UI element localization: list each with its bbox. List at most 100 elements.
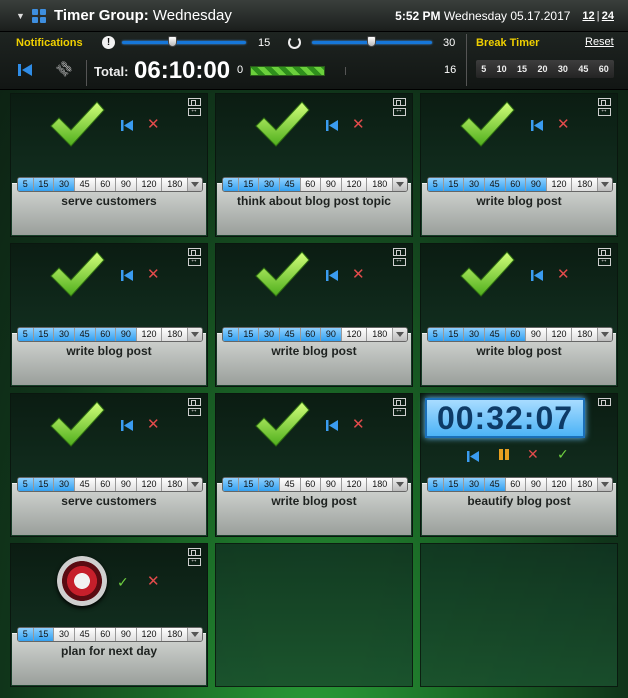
duration-option[interactable]: 30 <box>464 178 485 191</box>
dropdown-arrow-icon[interactable] <box>598 478 612 491</box>
duration-option[interactable]: 5 <box>18 178 34 191</box>
duration-option[interactable]: 15 <box>33 478 55 491</box>
duration-option[interactable]: 30 <box>259 478 280 491</box>
duration-option[interactable]: 120 <box>546 478 573 491</box>
delete-x-icon[interactable]: ✕ <box>352 415 365 433</box>
link-icon[interactable]: ⛓ <box>53 57 75 79</box>
duration-option[interactable]: 60 <box>300 328 322 341</box>
swap-arrows-icon[interactable] <box>188 105 201 116</box>
duration-option[interactable]: 5 <box>18 628 34 641</box>
skip-back-icon[interactable] <box>121 268 133 281</box>
duration-option[interactable]: 180 <box>162 478 189 491</box>
collapse-arrow-icon[interactable]: ▼ <box>16 11 26 21</box>
duration-option[interactable]: 60 <box>95 478 117 491</box>
timer-name[interactable]: think about blog post topic <box>216 194 412 208</box>
duration-option[interactable]: 15 <box>33 628 55 641</box>
duration-option[interactable]: 45 <box>74 328 96 341</box>
delete-x-icon[interactable]: ✕ <box>557 265 570 283</box>
duration-option[interactable]: 120 <box>136 178 163 191</box>
dropdown-arrow-icon[interactable] <box>393 478 407 491</box>
duration-option[interactable]: 5 <box>223 178 239 191</box>
duration-option[interactable]: 45 <box>74 628 96 641</box>
delete-x-icon[interactable]: ✕ <box>557 115 570 133</box>
duration-option[interactable]: 45 <box>484 328 506 341</box>
duration-option[interactable]: 180 <box>162 328 189 341</box>
duration-option[interactable]: 90 <box>526 328 547 341</box>
swap-arrows-icon[interactable] <box>393 105 406 116</box>
timer-name[interactable]: serve customers <box>11 194 207 208</box>
duration-option[interactable]: 30 <box>464 328 485 341</box>
dropdown-arrow-icon[interactable] <box>188 628 202 641</box>
timer-name[interactable]: serve customers <box>11 494 207 508</box>
timer-name[interactable]: write blog post <box>421 194 617 208</box>
dropdown-arrow-icon[interactable] <box>393 178 407 191</box>
reset-all-icon[interactable] <box>18 64 32 76</box>
duration-option[interactable]: 45 <box>279 328 301 341</box>
dropdown-arrow-icon[interactable] <box>393 328 407 341</box>
delete-x-icon[interactable]: ✕ <box>147 265 160 283</box>
duration-option[interactable]: 120 <box>341 328 368 341</box>
dropdown-arrow-icon[interactable] <box>188 178 202 191</box>
duration-option[interactable]: 5 <box>223 478 239 491</box>
swap-arrows-icon[interactable] <box>188 405 201 416</box>
delete-x-icon[interactable]: ✕ <box>147 415 160 433</box>
delete-x-icon[interactable]: ✕ <box>352 115 365 133</box>
duration-option[interactable]: 45 <box>74 178 96 191</box>
skip-back-icon[interactable] <box>467 449 479 462</box>
timer-name[interactable]: plan for next day <box>11 644 207 658</box>
duration-option[interactable]: 90 <box>116 178 137 191</box>
timer-name[interactable]: write blog post <box>216 344 412 358</box>
duration-option[interactable]: 180 <box>162 628 189 641</box>
break-option[interactable]: 20 <box>537 64 547 74</box>
duration-option[interactable]: 15 <box>238 328 260 341</box>
duration-option[interactable]: 90 <box>526 178 547 191</box>
duration-option[interactable]: 15 <box>443 478 465 491</box>
delete-x-icon[interactable]: ✕ <box>527 446 539 463</box>
duration-option[interactable]: 45 <box>279 478 301 491</box>
hour-24-link[interactable]: 24 <box>602 10 614 22</box>
window-icon[interactable] <box>598 398 611 406</box>
skip-back-icon[interactable] <box>121 418 133 431</box>
duration-option[interactable]: 180 <box>572 328 599 341</box>
delete-x-icon[interactable]: ✕ <box>147 572 160 590</box>
skip-back-icon[interactable] <box>326 118 338 131</box>
duration-option[interactable]: 90 <box>321 328 342 341</box>
duration-option[interactable]: 45 <box>74 478 96 491</box>
break-option[interactable]: 60 <box>599 64 609 74</box>
dropdown-arrow-icon[interactable] <box>188 478 202 491</box>
duration-option[interactable]: 15 <box>238 178 260 191</box>
duration-option[interactable]: 5 <box>428 328 444 341</box>
duration-option[interactable]: 120 <box>136 478 163 491</box>
notification-slider-thumb[interactable] <box>167 36 177 47</box>
duration-option[interactable]: 90 <box>116 478 137 491</box>
duration-option[interactable]: 15 <box>443 328 465 341</box>
duration-option[interactable]: 5 <box>428 478 444 491</box>
duration-option[interactable]: 5 <box>18 478 34 491</box>
break-option[interactable]: 15 <box>517 64 527 74</box>
duration-option[interactable]: 90 <box>321 178 342 191</box>
duration-option[interactable]: 15 <box>33 328 55 341</box>
repeat-slider[interactable] <box>312 36 432 47</box>
target-start-icon[interactable] <box>57 556 107 606</box>
swap-arrows-icon[interactable] <box>188 555 201 566</box>
duration-option[interactable]: 90 <box>526 478 547 491</box>
dropdown-arrow-icon[interactable] <box>188 328 202 341</box>
duration-option[interactable]: 60 <box>95 178 117 191</box>
duration-option[interactable]: 5 <box>223 328 239 341</box>
duration-option[interactable]: 120 <box>546 328 573 341</box>
duration-option[interactable]: 60 <box>95 628 117 641</box>
timer-name[interactable]: write blog post <box>421 344 617 358</box>
skip-back-icon[interactable] <box>326 268 338 281</box>
duration-option[interactable]: 180 <box>367 328 394 341</box>
skip-back-icon[interactable] <box>121 118 133 131</box>
break-option[interactable]: 10 <box>497 64 507 74</box>
hour-12-link[interactable]: 12 <box>582 10 594 22</box>
duration-option[interactable]: 180 <box>162 178 189 191</box>
delete-x-icon[interactable]: ✕ <box>147 115 160 133</box>
duration-option[interactable]: 60 <box>95 328 117 341</box>
duration-option[interactable]: 45 <box>484 178 506 191</box>
duration-option[interactable]: 30 <box>259 328 280 341</box>
duration-option[interactable]: 60 <box>300 178 322 191</box>
complete-check-icon[interactable]: ✓ <box>117 574 129 591</box>
swap-arrows-icon[interactable] <box>188 255 201 266</box>
